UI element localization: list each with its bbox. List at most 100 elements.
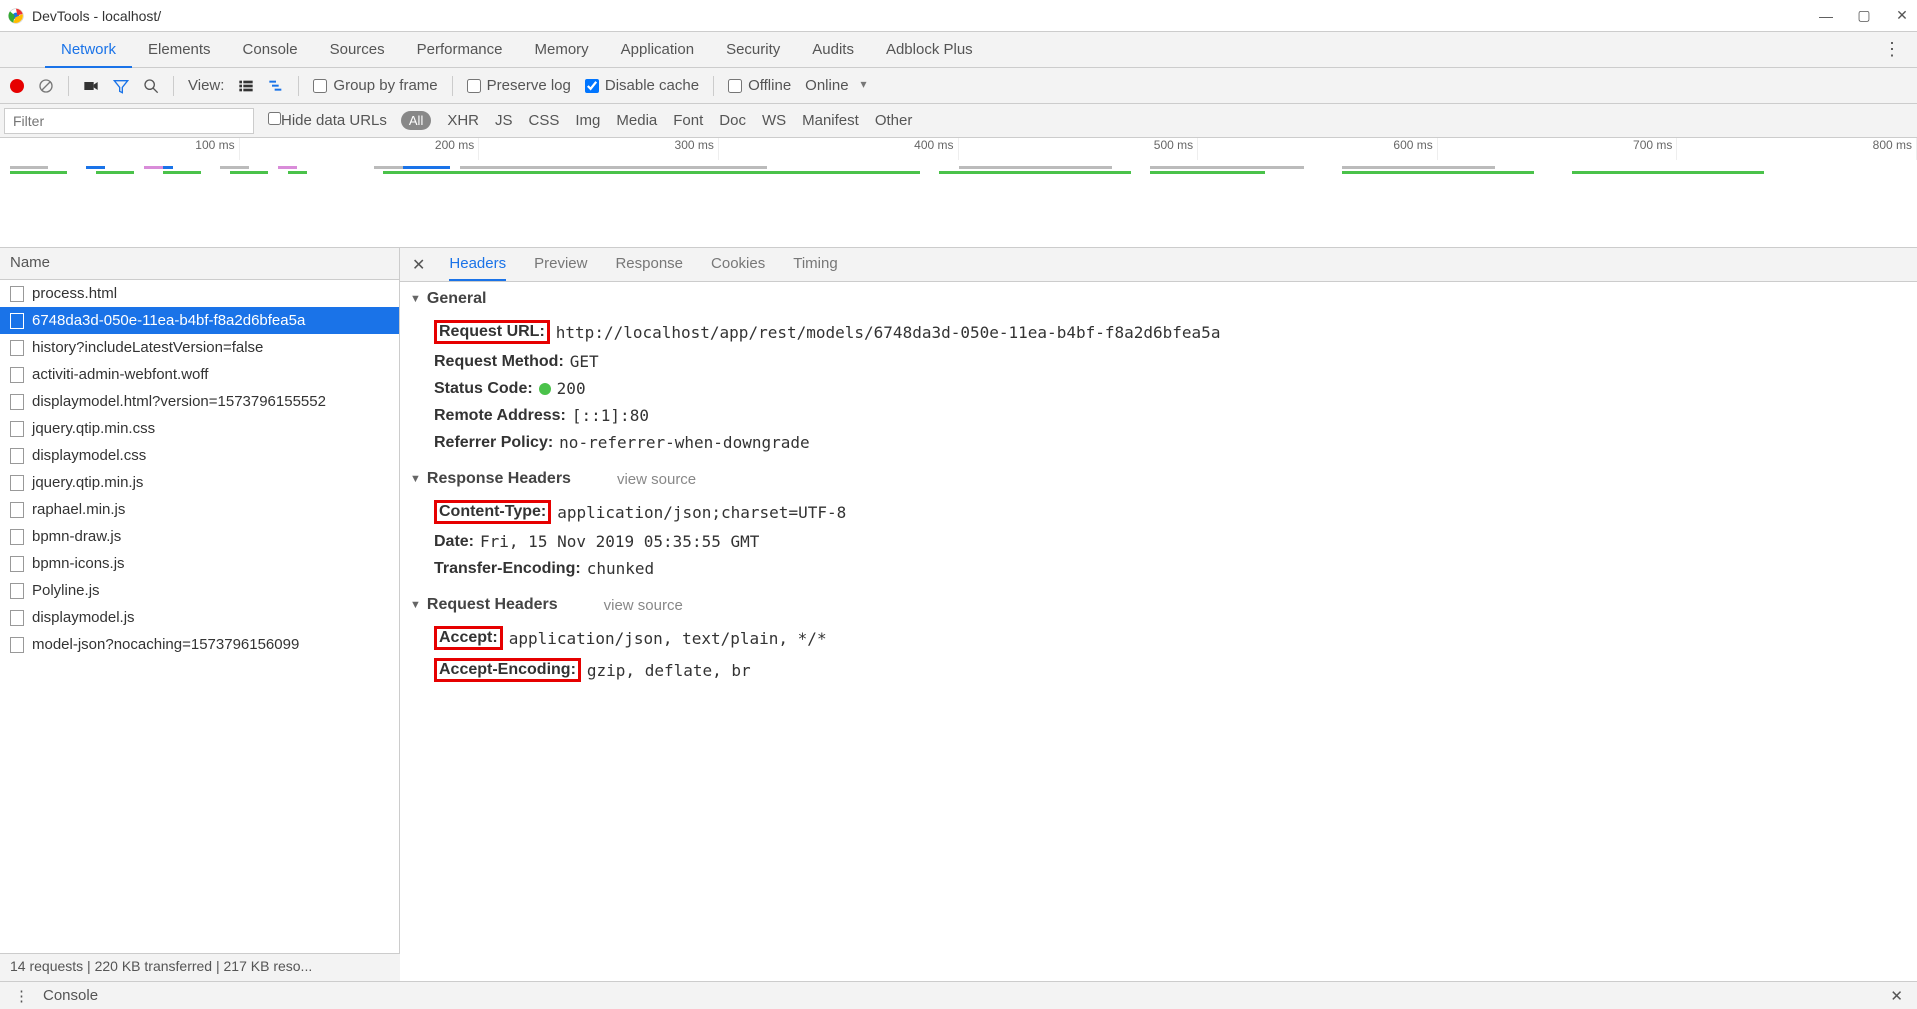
collapse-icon[interactable]: ▼: [410, 293, 421, 305]
request-row[interactable]: jquery.qtip.min.css: [0, 415, 399, 442]
detail-tab-cookies[interactable]: Cookies: [711, 248, 765, 281]
close-detail-icon[interactable]: ✕: [412, 255, 425, 275]
kebab-menu-icon[interactable]: ⋮: [14, 987, 29, 1005]
detail-tab-response[interactable]: Response: [615, 248, 683, 281]
collapse-icon[interactable]: ▼: [410, 599, 421, 611]
kebab-menu-icon[interactable]: ⋮: [1875, 39, 1909, 60]
request-row[interactable]: displaymodel.css: [0, 442, 399, 469]
request-row[interactable]: history?includeLatestVersion=false: [0, 334, 399, 361]
waterfall-view-icon[interactable]: [268, 78, 284, 94]
request-row[interactable]: Polyline.js: [0, 577, 399, 604]
request-url-value: http://localhost/app/rest/models/6748da3…: [556, 323, 1221, 342]
view-source-link[interactable]: view source: [617, 471, 696, 488]
close-drawer-icon[interactable]: ✕: [1890, 987, 1903, 1005]
list-view-icon[interactable]: [238, 78, 254, 94]
request-name: bpmn-draw.js: [32, 528, 121, 545]
timeline-tick: 700 ms: [1438, 138, 1678, 160]
request-row[interactable]: 6748da3d-050e-11ea-b4bf-f8a2d6bfea5a: [0, 307, 399, 334]
request-row[interactable]: model-json?nocaching=1573796156099: [0, 631, 399, 658]
request-method-value: GET: [570, 352, 599, 371]
detail-tab-timing[interactable]: Timing: [793, 248, 837, 281]
tab-console[interactable]: Console: [227, 33, 314, 67]
request-name: displaymodel.js: [32, 609, 135, 626]
filter-type-ws[interactable]: WS: [762, 112, 786, 129]
request-row[interactable]: bpmn-icons.js: [0, 550, 399, 577]
request-row[interactable]: process.html: [0, 280, 399, 307]
detail-tab-headers[interactable]: Headers: [449, 248, 506, 281]
console-drawer[interactable]: ⋮ Console ✕: [0, 981, 1917, 1009]
tab-network[interactable]: Network: [45, 33, 132, 68]
throttle-dropdown[interactable]: Online: [805, 77, 868, 94]
filter-type-all[interactable]: All: [401, 111, 431, 130]
date-value: Fri, 15 Nov 2019 05:35:55 GMT: [480, 532, 759, 551]
request-name: displaymodel.html?version=1573796155552: [32, 393, 326, 410]
file-icon: [10, 502, 24, 518]
maximize-button[interactable]: ▢: [1857, 9, 1871, 23]
titlebar: DevTools - localhost/ — ▢ ✕: [0, 0, 1917, 32]
timeline-tick: 600 ms: [1198, 138, 1438, 160]
tab-security[interactable]: Security: [710, 33, 796, 67]
request-row[interactable]: raphael.min.js: [0, 496, 399, 523]
tab-memory[interactable]: Memory: [519, 33, 605, 67]
tab-audits[interactable]: Audits: [796, 33, 870, 67]
view-source-link[interactable]: view source: [604, 597, 683, 614]
close-button[interactable]: ✕: [1895, 9, 1909, 23]
timeline-tick: 100 ms: [0, 138, 240, 160]
preserve-log-checkbox[interactable]: Preserve log: [467, 77, 571, 94]
offline-checkbox[interactable]: Offline: [728, 77, 791, 94]
filter-input[interactable]: [4, 108, 254, 134]
disable-cache-checkbox[interactable]: Disable cache: [585, 77, 699, 94]
request-row[interactable]: activiti-admin-webfont.woff: [0, 361, 399, 388]
filter-type-manifest[interactable]: Manifest: [802, 112, 859, 129]
request-row[interactable]: bpmn-draw.js: [0, 523, 399, 550]
filter-type-css[interactable]: CSS: [529, 112, 560, 129]
window-controls: — ▢ ✕: [1819, 9, 1909, 23]
clear-icon[interactable]: [38, 78, 54, 94]
window-title: DevTools - localhost/: [32, 8, 1819, 24]
referrer-policy-value: no-referrer-when-downgrade: [559, 433, 809, 452]
filter-type-other[interactable]: Other: [875, 112, 913, 129]
request-row[interactable]: displaymodel.js: [0, 604, 399, 631]
search-icon[interactable]: [143, 78, 159, 94]
filter-icon[interactable]: [113, 78, 129, 94]
filter-row: Hide data URLs All XHR JS CSS Img Media Font Do…: [0, 104, 1917, 138]
name-column-header[interactable]: Name: [0, 248, 399, 280]
minimize-button[interactable]: —: [1819, 9, 1833, 23]
filter-type-img[interactable]: Img: [575, 112, 600, 129]
tab-application[interactable]: Application: [605, 33, 710, 67]
record-button[interactable]: [10, 79, 24, 93]
tab-adblock-plus[interactable]: Adblock Plus: [870, 33, 989, 67]
group-by-frame-checkbox[interactable]: Group by frame: [313, 77, 437, 94]
request-name: activiti-admin-webfont.woff: [32, 366, 208, 383]
filter-type-js[interactable]: JS: [495, 112, 513, 129]
tab-performance[interactable]: Performance: [401, 33, 519, 67]
general-section: ▼General Request URL: http://localhost/a…: [410, 290, 1907, 456]
filter-type-font[interactable]: Font: [673, 112, 703, 129]
filter-type-doc[interactable]: Doc: [719, 112, 746, 129]
collapse-icon[interactable]: ▼: [410, 473, 421, 485]
accept-value: application/json, text/plain, */*: [509, 629, 827, 648]
main-tabs: NetworkElementsConsoleSourcesPerformance…: [0, 32, 1917, 68]
content-type-label: Content-Type:: [434, 500, 551, 524]
date-label: Date:: [434, 533, 474, 551]
file-icon: [10, 313, 24, 329]
detail-tab-preview[interactable]: Preview: [534, 248, 587, 281]
accept-label: Accept:: [434, 626, 503, 650]
timeline-tick: 200 ms: [240, 138, 480, 160]
request-name: displaymodel.css: [32, 447, 146, 464]
request-name: 6748da3d-050e-11ea-b4bf-f8a2d6bfea5a: [32, 312, 305, 329]
tab-sources[interactable]: Sources: [314, 33, 401, 67]
hide-data-urls-checkbox[interactable]: Hide data URLs: [268, 112, 387, 129]
file-icon: [10, 556, 24, 572]
filter-type-xhr[interactable]: XHR: [447, 112, 479, 129]
filter-type-media[interactable]: Media: [616, 112, 657, 129]
file-icon: [10, 475, 24, 491]
request-headers-section: ▼Request Headersview source Accept: appl…: [410, 596, 1907, 686]
status-code-label: Status Code:: [434, 380, 533, 398]
camera-icon[interactable]: [83, 78, 99, 94]
timeline[interactable]: 100 ms200 ms300 ms400 ms500 ms600 ms700 …: [0, 138, 1917, 248]
request-row[interactable]: displaymodel.html?version=1573796155552: [0, 388, 399, 415]
request-row[interactable]: jquery.qtip.min.js: [0, 469, 399, 496]
tab-elements[interactable]: Elements: [132, 33, 227, 67]
request-name: model-json?nocaching=1573796156099: [32, 636, 299, 653]
